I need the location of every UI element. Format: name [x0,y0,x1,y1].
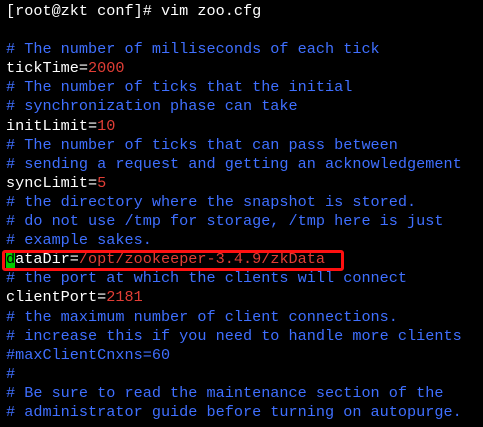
config-key: initLimit= [6,116,98,135]
config-key: syncLimit= [6,173,98,192]
comment-line: # synchronization phase can take [6,97,298,116]
comment-line: # administrator guide before turning on … [6,402,462,421]
comment-line: # Be sure to read the maintenance sectio… [6,383,444,402]
config-line-ticktime: tickTime=2000 [6,59,483,78]
config-value: 10 [97,116,116,135]
comment-line: # the directory where the snapshot is st… [6,192,417,211]
config-value: 2000 [88,59,125,78]
comment-line: # the maximum number of client connectio… [6,307,398,326]
config-line-clientport: clientPort=2181 [6,288,483,307]
comment-line: # example sakes. [6,231,152,250]
config-line-initlimit: initLimit=10 [6,117,483,136]
comment-line: # do not use /tmp for storage, /tmp here… [6,212,444,231]
comment-line: # The number of milliseconds of each tic… [6,40,380,59]
comment-line: # sending a request and getting an ackno… [6,154,462,173]
comment-line: # the port at which the clients will con… [6,269,408,288]
highlight-box [2,250,344,271]
comment-line: # The number of ticks that can pass betw… [6,135,398,154]
terminal-window[interactable]: [root@zkt conf]# vim zoo.cfg # The numbe… [0,2,483,427]
shell-prompt-line: [root@zkt conf]# vim zoo.cfg [6,2,262,20]
comment-line: #maxClientCnxns=60 [6,345,171,364]
config-line-synclimit: syncLimit=5 [6,174,483,193]
config-key: clientPort= [6,288,107,307]
config-value: 5 [97,173,107,192]
comment-line: # The number of ticks that the initial [6,78,353,97]
config-key: tickTime= [6,59,89,78]
comment-line: # increase this if you need to handle mo… [6,326,462,345]
comment-line: # [6,364,16,383]
config-value: 2181 [106,288,143,307]
